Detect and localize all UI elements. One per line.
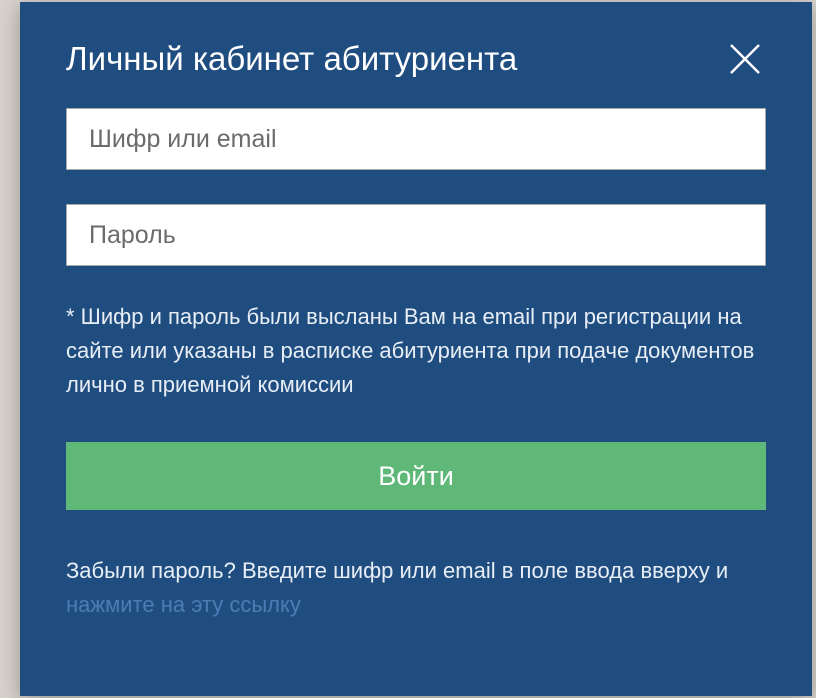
forgot-password-link[interactable]: нажмите на эту ссылку — [66, 592, 301, 617]
modal-body: * Шифр и пароль были высланы Вам на emai… — [20, 90, 812, 652]
close-icon — [727, 41, 763, 77]
login-button[interactable]: Войти — [66, 442, 766, 510]
modal-header: Личный кабинет абитуриента — [20, 2, 812, 90]
password-field-wrapper — [66, 204, 766, 266]
password-input[interactable] — [66, 204, 766, 266]
login-field-wrapper — [66, 108, 766, 170]
modal-title: Личный кабинет абитуриента — [66, 40, 517, 78]
forgot-password-text: Забыли пароль? Введите шифр или email в … — [66, 554, 766, 622]
login-modal: Личный кабинет абитуриента * Шифр и паро… — [20, 2, 812, 696]
help-text: * Шифр и пароль были высланы Вам на emai… — [66, 300, 766, 402]
forgot-prefix: Забыли пароль? Введите шифр или email в … — [66, 558, 728, 583]
close-button[interactable] — [724, 38, 766, 80]
login-input[interactable] — [66, 108, 766, 170]
